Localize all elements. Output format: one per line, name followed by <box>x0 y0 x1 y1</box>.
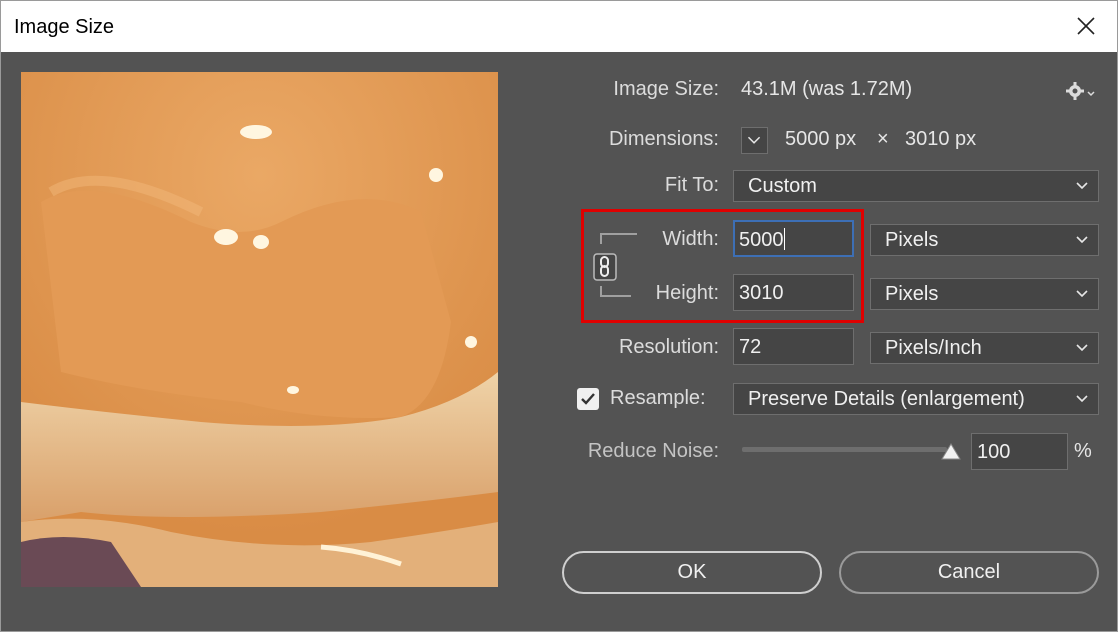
resolution-unit-value: Pixels/Inch <box>885 337 982 359</box>
resolution-unit-select[interactable]: Pixels/Inch <box>870 332 1099 364</box>
chevron-down-icon <box>1076 344 1088 352</box>
chevron-down-icon <box>1076 236 1088 244</box>
image-size-label: Image Size: <box>613 78 719 100</box>
chevron-down-icon <box>1076 182 1088 190</box>
width-unit-select[interactable]: Pixels <box>870 224 1099 256</box>
chain-link-icon[interactable] <box>593 230 641 300</box>
width-value: 5000 <box>739 229 784 251</box>
resample-label: Resample: <box>610 387 706 409</box>
ok-button[interactable]: OK <box>562 551 822 594</box>
dimensions-times: × <box>877 128 889 150</box>
width-label: Width: <box>662 228 719 250</box>
fit-to-label: Fit To: <box>664 174 719 196</box>
chevron-down-icon <box>747 136 761 144</box>
height-input[interactable]: 3010 <box>733 274 854 311</box>
height-label: Height: <box>655 282 719 304</box>
dimensions-width: 5000 px <box>785 128 857 150</box>
preview-image <box>21 72 498 587</box>
window-title: Image Size <box>14 16 115 38</box>
resolution-label: Resolution: <box>618 336 719 358</box>
resolution-value: 72 <box>739 336 762 358</box>
height-unit-select[interactable]: Pixels <box>870 278 1099 310</box>
chevron-down-icon <box>1076 290 1088 298</box>
resample-method-value: Preserve Details (enlargement) <box>748 388 1025 410</box>
checkmark-icon <box>581 393 595 405</box>
slider-thumb-icon[interactable] <box>940 442 962 462</box>
image-size-value: 43.1M (was 1.72M) <box>741 78 913 100</box>
resample-checkbox[interactable] <box>577 388 599 410</box>
dimensions-label: Dimensions: <box>608 128 719 150</box>
resample-method-select[interactable]: Preserve Details (enlargement) <box>733 383 1099 415</box>
image-size-dialog: Image Size: 43.1M (was 1.72M) Dimensions… <box>0 52 1118 632</box>
reduce-noise-unit: % <box>1074 440 1092 462</box>
image-preview[interactable] <box>21 72 498 587</box>
reduce-noise-input[interactable]: 100 <box>971 433 1068 470</box>
cancel-button[interactable]: Cancel <box>839 551 1099 594</box>
reduce-noise-slider[interactable] <box>742 447 947 452</box>
title-bar: Image Size <box>0 0 1118 52</box>
gear-icon[interactable] <box>1063 80 1095 102</box>
fit-to-select[interactable]: Custom <box>733 170 1099 202</box>
width-unit-value: Pixels <box>885 229 939 251</box>
height-value: 3010 <box>739 282 784 304</box>
close-icon[interactable] <box>1073 13 1099 39</box>
reduce-noise-label: Reduce Noise: <box>587 440 719 462</box>
dimensions-units-dropdown[interactable] <box>741 127 768 154</box>
text-caret <box>783 228 785 250</box>
resolution-input[interactable]: 72 <box>733 328 854 365</box>
fit-to-value: Custom <box>748 175 817 197</box>
dimensions-height: 3010 px <box>905 128 977 150</box>
chevron-down-icon <box>1076 395 1088 403</box>
width-input[interactable]: 5000 <box>733 220 854 257</box>
reduce-noise-value: 100 <box>977 441 1011 463</box>
height-unit-value: Pixels <box>885 283 939 305</box>
